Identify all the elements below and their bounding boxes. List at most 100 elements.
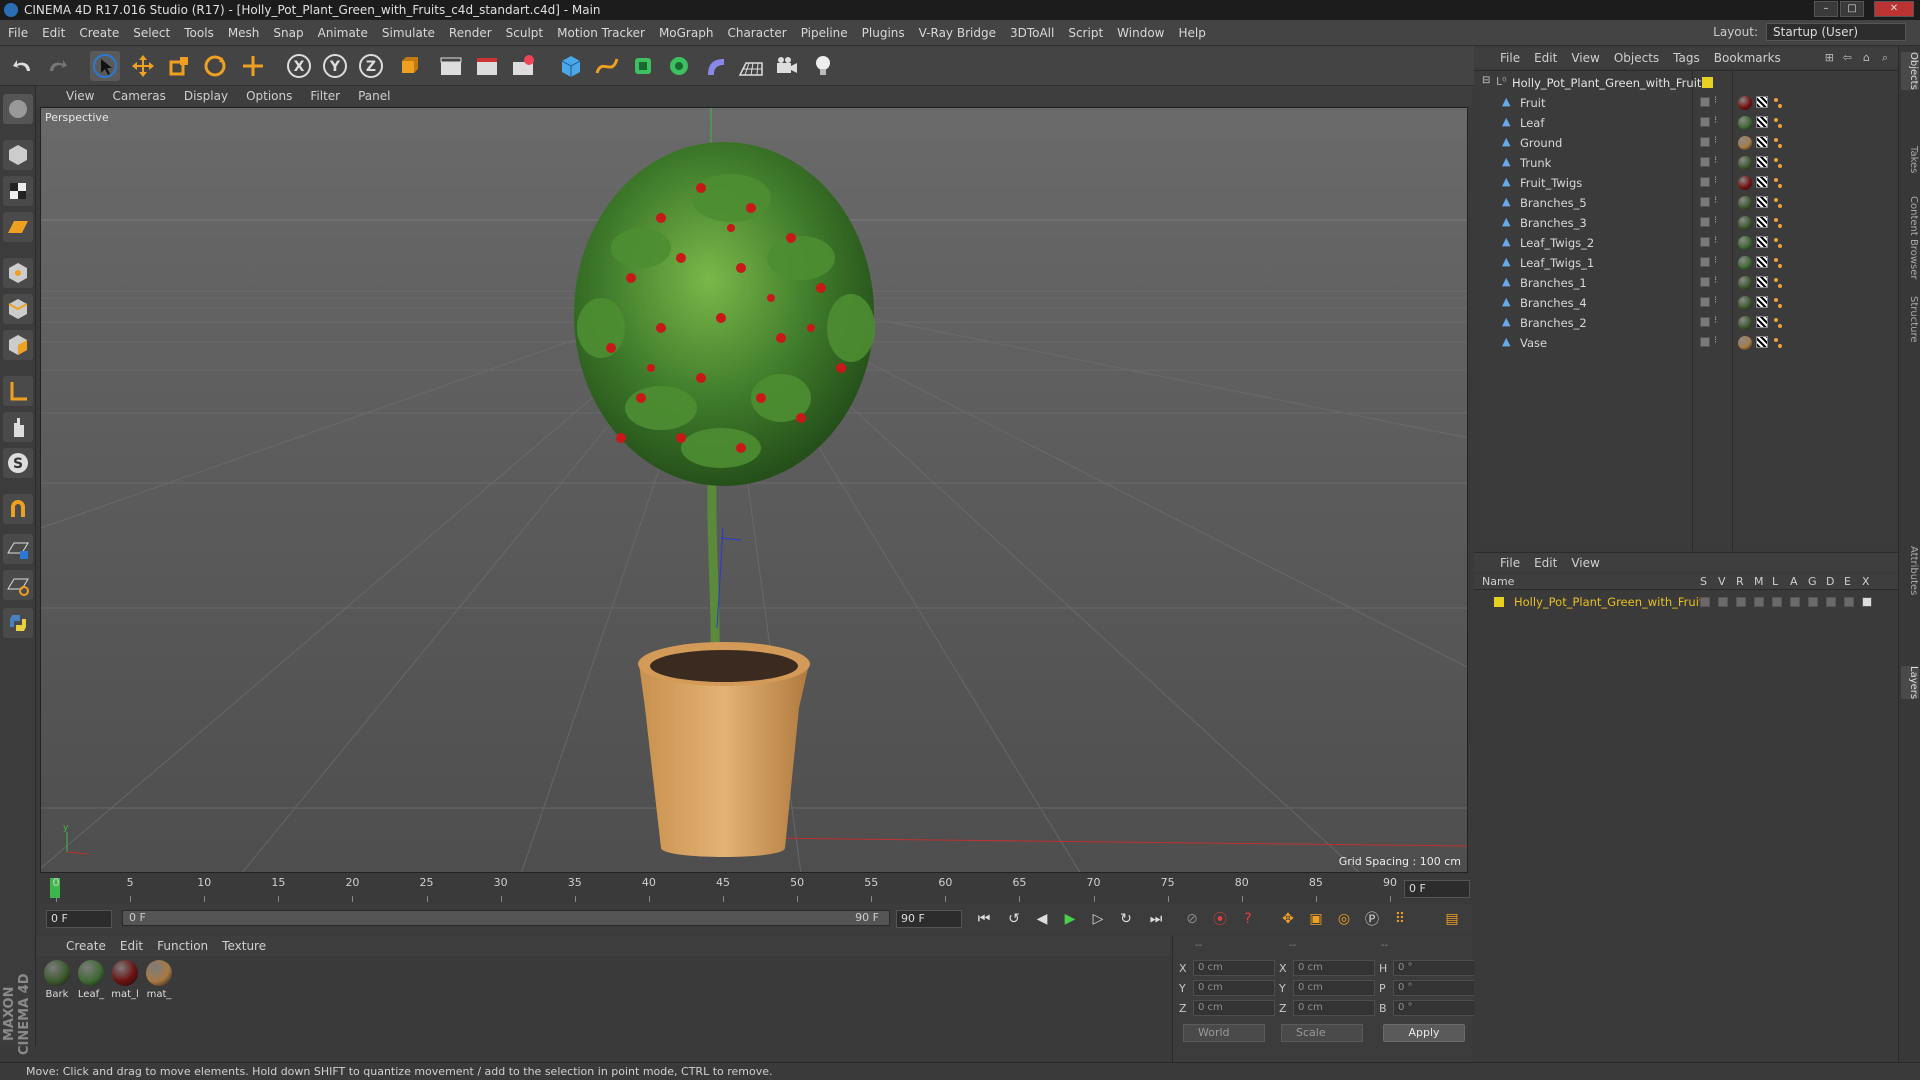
material-swatch[interactable]: mat_l [110, 960, 140, 1000]
light-button[interactable] [808, 51, 838, 81]
uvw-tag[interactable] [1756, 276, 1768, 288]
menu-character[interactable]: Character [727, 26, 786, 40]
position-field[interactable]: 0 cm [1193, 1000, 1275, 1016]
transform-tool-button[interactable] [238, 51, 268, 81]
planar-workplane-button[interactable] [3, 570, 33, 600]
visibility-toggle[interactable] [1700, 337, 1710, 347]
undo-button[interactable] [8, 51, 38, 81]
object-row[interactable]: ▲ Fruit ⁝ [1474, 93, 1898, 113]
object-row[interactable]: ▲ Branches_3 ⁝ [1474, 213, 1898, 233]
visibility-toggle[interactable] [1700, 257, 1710, 267]
material-tag[interactable] [1738, 156, 1752, 170]
maximize-button[interactable]: □ [1840, 1, 1864, 17]
phong-tag-dot[interactable] [1774, 338, 1778, 342]
layer-column-x[interactable]: X [1862, 575, 1870, 588]
material-tag[interactable] [1738, 236, 1752, 250]
layer-column-v[interactable]: V [1718, 575, 1726, 588]
layer-row[interactable]: Holly_Pot_Plant_Green_with_Fruits [1474, 592, 1898, 612]
coordinate-space-dropdown[interactable]: World [1183, 1024, 1265, 1042]
python-button[interactable] [3, 608, 33, 638]
layer-column-a[interactable]: A [1790, 575, 1798, 588]
keyframe-selection-button[interactable]: ? [1236, 908, 1260, 930]
uvw-tag[interactable] [1756, 96, 1768, 108]
position-field[interactable]: 0 cm [1193, 980, 1275, 996]
viewport-menu-panel[interactable]: Panel [358, 89, 390, 103]
menu-plugins[interactable]: Plugins [862, 26, 905, 40]
menu-snap[interactable]: Snap [273, 26, 303, 40]
side-tab-attributes[interactable]: Attributes [1901, 546, 1919, 595]
uvw-tag[interactable] [1756, 216, 1768, 228]
perspective-viewport[interactable]: y Perspective Grid Spacing : 100 cm [40, 107, 1468, 873]
enable-check-icon[interactable]: ⁝ [1714, 215, 1717, 226]
object-row[interactable]: ▲ Trunk ⁝ [1474, 153, 1898, 173]
position-field[interactable]: 0 cm [1193, 960, 1275, 976]
live-selection-button[interactable] [90, 51, 120, 81]
layer-column-r[interactable]: R [1736, 575, 1744, 588]
material-menu-texture[interactable]: Texture [222, 939, 266, 953]
layer-column-name[interactable]: Name [1482, 575, 1514, 588]
menu-simulate[interactable]: Simulate [382, 26, 435, 40]
phong-tag-dot[interactable] [1774, 198, 1778, 202]
layer-flag-toggle[interactable] [1700, 597, 1710, 607]
viewport-menu-view[interactable]: View [66, 89, 94, 103]
previous-key-button[interactable]: ↺ [1002, 908, 1026, 930]
menu-sculpt[interactable]: Sculpt [506, 26, 543, 40]
collapse-icon[interactable]: ⊟ [1482, 75, 1490, 86]
side-tab-structure[interactable]: Structure [1901, 296, 1919, 343]
object-row-root[interactable]: ⊟ L⁰ Holly_Pot_Plant_Green_with_Fruits [1474, 73, 1898, 93]
side-tab-takes[interactable]: Takes [1901, 146, 1919, 173]
phong-tag-dot[interactable] [1774, 298, 1778, 302]
enable-check-icon[interactable]: ⁝ [1714, 295, 1717, 306]
rotation-field[interactable]: 0 ° [1393, 980, 1475, 996]
uvw-tag[interactable] [1756, 116, 1768, 128]
material-tag[interactable] [1738, 296, 1752, 310]
object-row[interactable]: ▲ Branches_4 ⁝ [1474, 293, 1898, 313]
enable-check-icon[interactable]: ⁝ [1714, 255, 1717, 266]
phong-tag-dot[interactable] [1774, 118, 1778, 122]
side-tab-content-browser[interactable]: Content Browser [1901, 196, 1919, 279]
object-menu-view[interactable]: View [1571, 51, 1599, 65]
uvw-tag[interactable] [1756, 196, 1768, 208]
point-level-key-button[interactable]: ⠿ [1388, 908, 1412, 930]
layer-flag-toggle[interactable] [1790, 597, 1800, 607]
parameter-key-button[interactable]: Ⓟ [1360, 908, 1384, 930]
visibility-toggle[interactable] [1700, 277, 1710, 287]
material-menu-function[interactable]: Function [157, 939, 208, 953]
rotate-tool-button[interactable] [200, 51, 230, 81]
spline-pen-button[interactable] [592, 51, 622, 81]
scale-key-button[interactable]: ▣ [1304, 908, 1328, 930]
camera-button[interactable] [772, 51, 802, 81]
enable-check-icon[interactable]: ⁝ [1714, 175, 1717, 186]
enable-check-icon[interactable]: ⁝ [1714, 155, 1717, 166]
layer-flag-toggle[interactable] [1754, 597, 1764, 607]
size-field[interactable]: 0 cm [1293, 960, 1375, 976]
z-axis-lock-button[interactable]: Z [356, 51, 386, 81]
menu-help[interactable]: Help [1178, 26, 1205, 40]
menu-render[interactable]: Render [449, 26, 492, 40]
next-frame-button[interactable]: ▷ [1086, 908, 1110, 930]
go-to-start-button[interactable]: ⏮ [972, 908, 996, 930]
record-keys-button[interactable]: ⊘ [1180, 908, 1204, 930]
menu-3dtoall[interactable]: 3DToAll [1010, 26, 1054, 40]
object-menu-edit[interactable]: Edit [1534, 51, 1557, 65]
deformer-button[interactable] [700, 51, 730, 81]
edges-mode-button[interactable] [3, 294, 33, 324]
visibility-toggle[interactable] [1700, 317, 1710, 327]
render-picture-viewer-button[interactable] [472, 51, 502, 81]
menu-animate[interactable]: Animate [318, 26, 368, 40]
search-icon[interactable]: ⌕ [1882, 51, 1888, 65]
layer-column-g[interactable]: G [1808, 575, 1817, 588]
new-view-icon[interactable]: ⊞ [1825, 51, 1834, 64]
menu-window[interactable]: Window [1117, 26, 1164, 40]
x-axis-lock-button[interactable]: X [284, 51, 314, 81]
go-to-end-button[interactable]: ⏭ [1144, 908, 1168, 930]
cloner-button[interactable] [664, 51, 694, 81]
uvw-tag[interactable] [1756, 296, 1768, 308]
object-row[interactable]: ▲ Ground ⁝ [1474, 133, 1898, 153]
layer-flag-toggle[interactable] [1718, 597, 1728, 607]
visibility-toggle[interactable] [1700, 237, 1710, 247]
material-swatch[interactable]: Leaf_ [76, 960, 106, 1000]
object-row[interactable]: ▲ Branches_2 ⁝ [1474, 313, 1898, 333]
enable-check-icon[interactable]: ⁝ [1714, 195, 1717, 206]
back-icon[interactable]: ⇦ [1843, 51, 1852, 64]
